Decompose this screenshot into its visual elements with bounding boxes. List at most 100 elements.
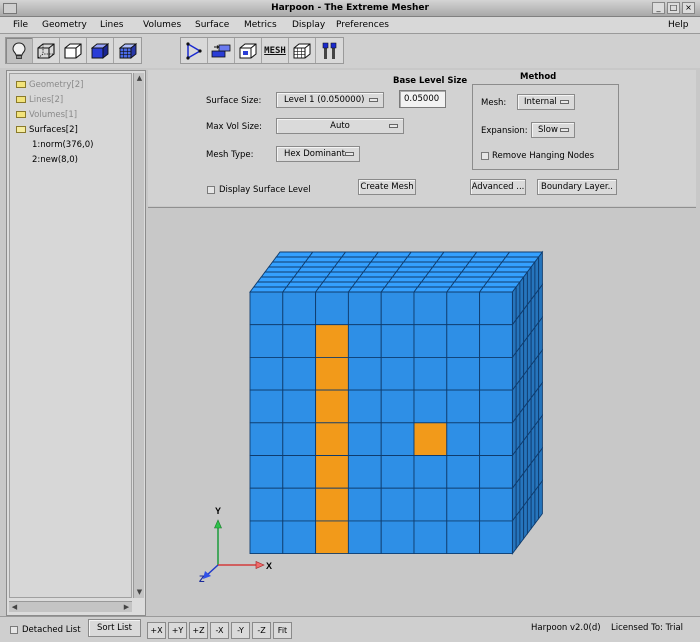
scroll-left-icon[interactable]: ◀ xyxy=(10,602,19,612)
cube-grid-icon[interactable] xyxy=(114,38,141,63)
mesh-cell-top xyxy=(431,261,471,268)
tree-horizontal-scrollbar[interactable]: ◀ ▶ xyxy=(9,601,132,612)
folder-icon xyxy=(16,81,26,88)
extrude-icon[interactable] xyxy=(208,38,235,63)
cube-wireframe-icon[interactable] xyxy=(33,38,60,63)
menu-volumes[interactable]: Volumes xyxy=(143,20,181,30)
mesh-cell-selected xyxy=(315,389,349,424)
mesh-cell-front xyxy=(479,356,513,391)
remove-hanging-nodes-checkbox[interactable] xyxy=(481,152,489,160)
mesh-cell-top xyxy=(468,256,507,263)
mesh-cell-side xyxy=(530,358,536,400)
menu-geometry[interactable]: Geometry xyxy=(42,20,87,30)
method-mesh-dropdown[interactable]: Internal xyxy=(517,94,575,110)
folder-icon xyxy=(16,96,26,103)
advanced-button[interactable]: Advanced ... xyxy=(470,179,526,195)
mesh-cell-top xyxy=(399,261,438,268)
cube-solid-icon[interactable] xyxy=(87,38,114,63)
mesh-cell-top xyxy=(387,276,427,283)
mesh-cube-icon[interactable] xyxy=(289,38,316,63)
mesh-cell-selected xyxy=(315,422,349,456)
mesh-cell-side xyxy=(538,348,543,390)
mesh-cell-front xyxy=(347,389,382,424)
bulb-icon[interactable] xyxy=(6,38,33,63)
menu-surface[interactable]: Surface xyxy=(195,20,229,30)
view-minus-x-button[interactable]: -X xyxy=(210,622,229,639)
view-plus-x-button[interactable]: +X xyxy=(147,622,166,639)
scroll-right-icon[interactable]: ▶ xyxy=(122,602,131,612)
tree-vertical-scrollbar[interactable]: ▲ ▼ xyxy=(133,73,144,598)
mesh-cell-side xyxy=(511,449,517,490)
mesh-cell-selected xyxy=(315,324,349,358)
mesh-cell-front xyxy=(413,291,448,326)
mesh-cell-front xyxy=(282,487,317,522)
minimize-button[interactable]: _ xyxy=(652,2,665,14)
menu-help[interactable]: Help xyxy=(668,20,689,30)
triangle-nodes-icon[interactable] xyxy=(181,38,208,63)
mesh-cell-front xyxy=(380,455,415,489)
cube-outline-icon[interactable] xyxy=(60,38,87,63)
sort-list-button[interactable]: Sort List xyxy=(88,619,141,637)
tools-icon[interactable] xyxy=(316,38,343,63)
maximize-button[interactable]: □ xyxy=(667,2,680,14)
transform-cube-icon[interactable] xyxy=(235,38,262,63)
mesh-cell-side xyxy=(515,280,521,322)
tree-item-lines[interactable]: Lines[2] xyxy=(16,95,63,105)
mesh-cell-side xyxy=(519,275,525,317)
view-minus-z-button[interactable]: -Z xyxy=(252,622,271,639)
view-plus-y-button[interactable]: +Y xyxy=(168,622,187,639)
mesh-cell-side xyxy=(515,411,521,452)
mesh-cell-front xyxy=(249,422,284,456)
3d-viewport[interactable]: Y X Z xyxy=(148,207,696,615)
dropdown-indicator-icon xyxy=(560,100,569,104)
view-minus-y-button[interactable]: -Y xyxy=(231,622,250,639)
mesh-cell-front xyxy=(282,422,317,456)
tree-item-geometry[interactable]: Geometry[2] xyxy=(16,80,83,90)
surface-size-dropdown[interactable]: Level 1 (0.050000) xyxy=(276,92,384,108)
boundary-layer-button[interactable]: Boundary Layer.. xyxy=(537,179,617,195)
display-surface-level-checkbox[interactable] xyxy=(207,186,215,194)
mesh-cell-top xyxy=(304,256,343,263)
create-mesh-button[interactable]: Create Mesh xyxy=(358,179,416,195)
menu-lines[interactable]: Lines xyxy=(100,20,123,30)
detached-list-label: Detached List xyxy=(22,625,81,635)
mesh-cell-side xyxy=(534,255,540,297)
dropdown-indicator-icon xyxy=(345,152,354,156)
expansion-dropdown[interactable]: Slow xyxy=(531,122,575,138)
mesh-cell-top xyxy=(366,261,405,268)
y-axis-label: Y xyxy=(215,506,221,516)
menu-file[interactable]: File xyxy=(13,20,28,30)
mesh-cell-side xyxy=(534,451,540,493)
tree-item-surfaces[interactable]: Surfaces[2] xyxy=(16,125,78,135)
tree-item-volumes[interactable]: Volumes[1] xyxy=(16,110,77,120)
scroll-up-icon[interactable]: ▲ xyxy=(135,74,144,83)
license-label: Licensed To: Trial xyxy=(611,623,684,633)
detached-list-checkbox[interactable] xyxy=(10,626,18,634)
tree-item-surface-new[interactable]: 2:new(8,0) xyxy=(32,155,78,165)
menu-metrics[interactable]: Metrics xyxy=(244,20,277,30)
display-surface-level-label: Display Surface Level xyxy=(219,185,311,195)
mesh-cell-side xyxy=(523,401,528,442)
tree-item-surface-norm[interactable]: 1:norm(376,0) xyxy=(32,140,93,150)
mesh-cell-top xyxy=(420,276,459,283)
mesh-cell-side xyxy=(534,419,540,460)
scroll-down-icon[interactable]: ▼ xyxy=(135,588,144,597)
mesh-cell-front xyxy=(380,422,415,456)
max-vol-size-dropdown[interactable]: Auto xyxy=(276,118,404,134)
dropdown-indicator-icon xyxy=(389,124,398,128)
view-fit-button[interactable]: Fit xyxy=(273,622,292,639)
view-plus-z-button[interactable]: +Z xyxy=(189,622,208,639)
mesh-cell-top xyxy=(351,281,390,288)
base-level-size-input[interactable]: 0.05000 xyxy=(399,90,446,108)
mesh-cell-side xyxy=(538,446,543,488)
close-button[interactable]: × xyxy=(682,2,695,14)
mesh-render[interactable]: Y X Z xyxy=(148,208,696,616)
mesh-type-dropdown[interactable]: Hex Dominant xyxy=(276,146,360,162)
mesh-toolbar-group: MESH xyxy=(180,37,344,64)
menu-preferences[interactable]: Preferences xyxy=(336,20,389,30)
folder-icon xyxy=(16,111,26,118)
mesh-cell-side xyxy=(523,434,528,475)
mesh-icon[interactable]: MESH xyxy=(262,38,289,63)
view-toolbar-group xyxy=(5,37,142,64)
menu-display[interactable]: Display xyxy=(292,20,325,30)
